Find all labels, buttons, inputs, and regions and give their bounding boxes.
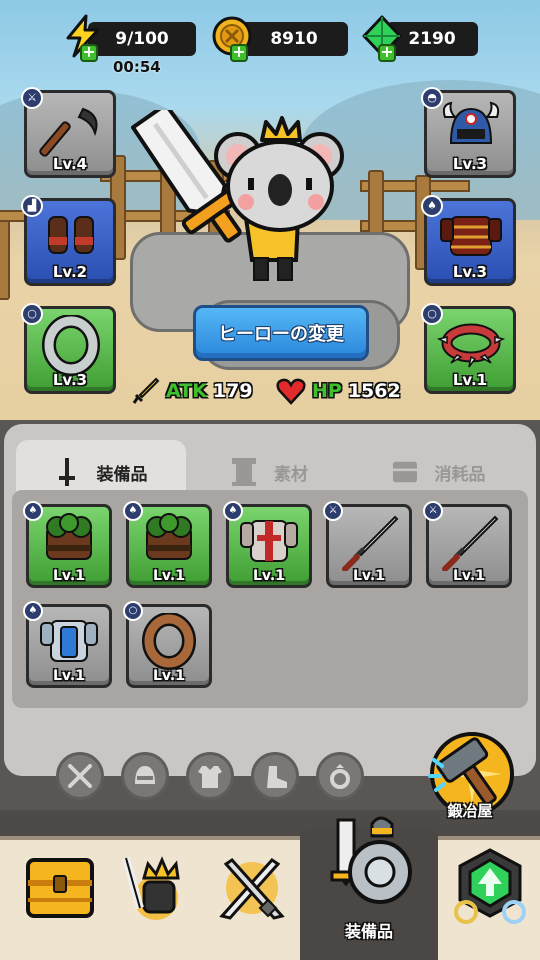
item-level: Lv.1 [153, 668, 185, 684]
energy-timer: 00:54 [113, 58, 161, 76]
helmet-icon [135, 766, 155, 784]
filter-ring-button[interactable] [316, 752, 364, 800]
item-level: Lv.3 [52, 371, 88, 389]
atk-value: 179 [212, 380, 253, 402]
inventory-item[interactable]: ♠ Lv.1 [223, 501, 312, 588]
leaf-armor-icon [146, 513, 192, 560]
energy-value: 9/100 [115, 29, 169, 49]
item-level: Lv.1 [53, 668, 85, 684]
nav-upgrade-button[interactable] [448, 846, 532, 930]
inventory-item[interactable]: ♠ Lv.1 [23, 501, 112, 588]
item-level: Lv.1 [452, 371, 488, 389]
boots-icon [267, 766, 287, 788]
sword-icon [58, 458, 75, 486]
filter-weapon-button[interactable] [56, 752, 104, 800]
item-level: Lv.1 [53, 568, 85, 584]
sword-icon [68, 764, 92, 788]
viking-helmet-icon [442, 101, 500, 144]
change-hero-label: ヒーローの変更 [218, 324, 344, 345]
atk-stat: ATK 179 [132, 376, 253, 406]
armor-icon [198, 766, 222, 788]
atk-label: ATK [166, 380, 207, 402]
item-level: Lv.3 [452, 155, 488, 173]
chest-icon [392, 461, 417, 483]
blacksmith-label: 鍛冶屋 [447, 802, 493, 820]
katana-icon [442, 515, 499, 571]
blue-armor-icon [40, 620, 98, 662]
pillar-icon [232, 458, 256, 486]
gem-value: 2190 [408, 29, 456, 49]
gold-counter: 8910 [240, 22, 348, 56]
nav-chest-button[interactable] [20, 848, 100, 928]
equip-slot-ring[interactable]: ○ Lv.3 [21, 303, 116, 394]
inventory-card: 装備品 素材 消耗品 ♠ Lv.1 ♠ Lv.1 ♠ Lv.1 ⚔ Lv.1 ⚔… [4, 424, 536, 776]
item-level: Lv.1 [453, 568, 485, 584]
heart-icon [276, 378, 306, 405]
inventory-item[interactable]: ○ Lv.1 [123, 601, 212, 688]
knight-armor-icon [240, 520, 298, 562]
inventory-item[interactable]: ♠ Lv.1 [23, 601, 112, 688]
equip-slot-weapon[interactable]: ⚔ Lv.4 [21, 87, 116, 178]
ring-icon [330, 764, 350, 789]
item-level: Lv.1 [353, 568, 385, 584]
wood-ring-icon [142, 613, 196, 670]
silver-ring-icon [42, 315, 100, 376]
add-gems-button[interactable]: + [378, 44, 396, 62]
add-gold-button[interactable]: + [230, 44, 248, 62]
filter-armor-button[interactable] [186, 752, 234, 800]
katana-icon [342, 515, 399, 571]
filter-boots-button[interactable] [251, 752, 299, 800]
item-level: Lv.1 [253, 568, 285, 584]
tab-materials-label: 素材 [274, 464, 308, 485]
equip-slot-boots[interactable]: ▟ Lv.2 [21, 195, 116, 286]
nav-equipment-label: 装備品 [344, 922, 393, 941]
change-hero-button[interactable]: ヒーローの変更 [193, 305, 369, 361]
tab-equipment-label: 装備品 [96, 464, 148, 485]
tab-consumables-label: 消耗品 [434, 464, 486, 485]
leaf-armor-icon [46, 513, 92, 560]
inventory-item[interactable]: ♠ Lv.1 [123, 501, 212, 588]
hp-stat: HP 1562 [276, 376, 401, 406]
sickle-icon [39, 107, 98, 157]
hp-value: 1562 [347, 380, 401, 402]
samurai-armor-icon [440, 216, 502, 256]
equip-slot-necklace[interactable]: ○ Lv.1 [421, 303, 516, 394]
inventory-item[interactable]: ⚔ Lv.1 [423, 501, 512, 588]
inventory-item[interactable]: ⚔ Lv.1 [323, 501, 412, 588]
nav-equipment-button[interactable] [320, 814, 416, 914]
sword-icon [132, 377, 160, 404]
gold-value: 8910 [270, 29, 318, 49]
item-level: Lv.1 [153, 568, 185, 584]
spiked-collar-icon [437, 323, 505, 368]
item-level: Lv.3 [452, 263, 488, 281]
filter-helmet-button[interactable] [121, 752, 169, 800]
add-energy-button[interactable]: + [80, 44, 98, 62]
equip-slot-armor[interactable]: ♠ Lv.3 [421, 195, 516, 286]
nav-battle-button[interactable] [212, 848, 292, 928]
item-level: Lv.4 [52, 155, 88, 173]
item-level: Lv.2 [52, 263, 88, 281]
equip-slot-helmet[interactable]: ◓ Lv.3 [421, 87, 516, 178]
hp-label: HP [312, 380, 342, 402]
boots-icon [48, 216, 94, 254]
nav-hero-button[interactable] [114, 848, 194, 928]
inventory-grid: ♠ Lv.1 ♠ Lv.1 ♠ Lv.1 ⚔ Lv.1 ⚔ Lv.1 ♠ Lv.… [12, 490, 528, 708]
koala-hero [130, 110, 344, 281]
